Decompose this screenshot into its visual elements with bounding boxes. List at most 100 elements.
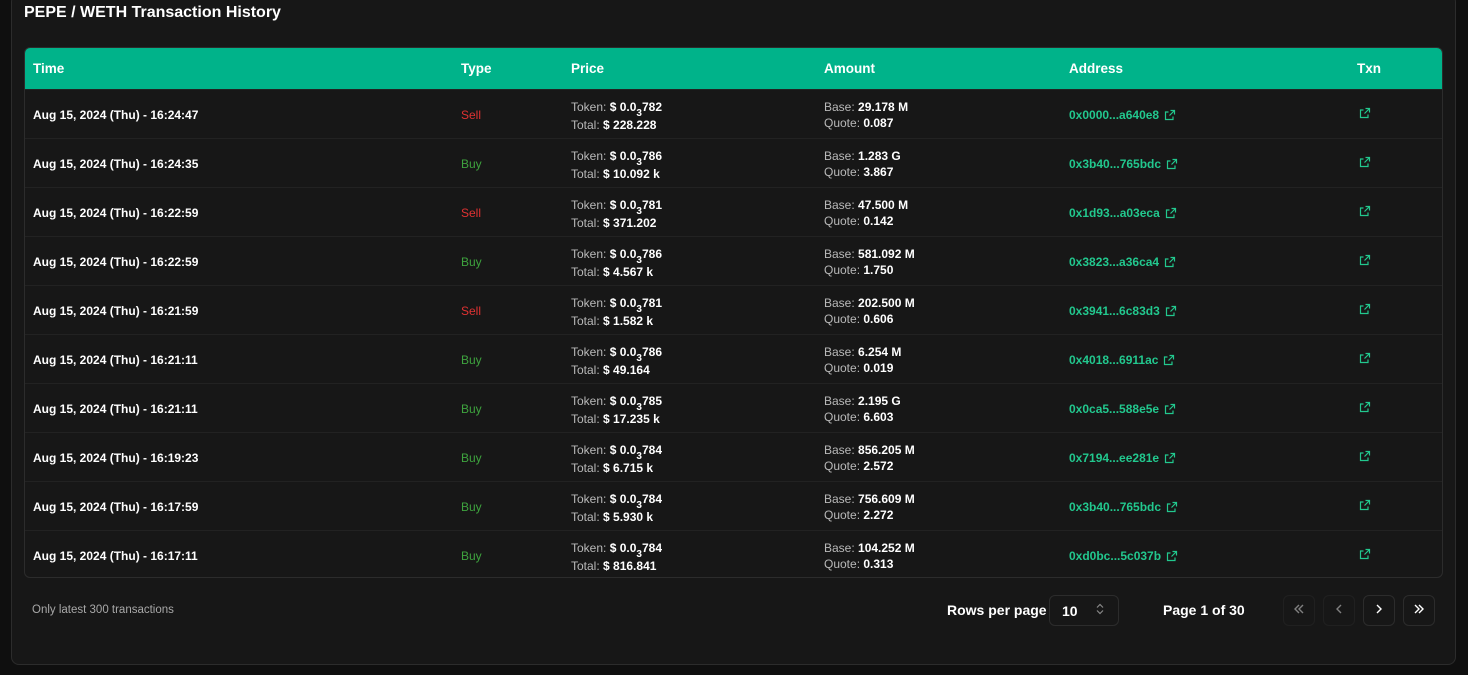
txn-link-icon[interactable] <box>1359 303 1371 315</box>
txn-link-icon[interactable] <box>1359 254 1371 266</box>
address-text: 0x0ca5...588e5e <box>1069 402 1160 416</box>
address-link[interactable]: 0x3823...a36ca4 <box>1069 255 1176 269</box>
quote-amount-line: Quote: 0.142 <box>824 213 908 229</box>
token-price-line: Token: $ 0.03784 <box>571 491 662 511</box>
total-label: Total: <box>571 216 600 230</box>
total-price: $ 10.092 k <box>603 167 660 181</box>
table-row: Aug 15, 2024 (Thu) - 16:17:59 Buy Token: $… <box>25 481 1442 530</box>
address-link[interactable]: 0x0ca5...588e5e <box>1069 402 1176 416</box>
table-row: Aug 15, 2024 (Thu) - 16:21:59 Sell Token: … <box>25 285 1442 334</box>
first-page-button[interactable] <box>1283 595 1315 626</box>
rows-per-page-select[interactable]: 10 <box>1049 595 1119 626</box>
amount-cell: Base: 202.500 M Quote: 0.606 <box>824 295 915 327</box>
total-price-line: Total: $ 6.715 k <box>571 460 662 476</box>
total-price-line: Total: $ 816.841 <box>571 558 662 574</box>
column-header-time: Time <box>33 61 65 76</box>
quote-label: Quote: <box>824 508 861 522</box>
column-header-price: Price <box>571 61 605 76</box>
chevron-right-icon <box>1374 602 1384 620</box>
address-link[interactable]: 0x7194...ee281e <box>1069 451 1176 465</box>
last-page-button[interactable] <box>1403 595 1435 626</box>
token-price-prefix: $ 0.0 <box>609 345 637 359</box>
txn-link-icon[interactable] <box>1359 450 1371 462</box>
quote-amount: 2.572 <box>863 459 894 473</box>
quote-label: Quote: <box>824 116 861 130</box>
token-price-zero-count: 3 <box>636 304 642 315</box>
amount-cell: Base: 6.254 M Quote: 0.019 <box>824 344 901 376</box>
address-link[interactable]: 0x1d93...a03eca <box>1069 206 1177 220</box>
token-price-digits: 786 <box>641 247 662 261</box>
chevron-left-icon <box>1334 602 1344 620</box>
quote-amount-line: Quote: 3.867 <box>824 164 901 180</box>
quote-label: Quote: <box>824 557 861 571</box>
quote-amount: 1.750 <box>863 263 894 277</box>
table-row: Aug 15, 2024 (Thu) - 16:22:59 Sell Token: … <box>25 187 1442 236</box>
address-link[interactable]: 0x3b40...765bdc <box>1069 157 1178 171</box>
token-price-zero-count: 3 <box>636 255 642 266</box>
token-label: Token: <box>571 149 607 163</box>
price-cell: Token: $ 0.03786 Total: $ 4.567 k <box>571 246 662 280</box>
token-label: Token: <box>571 100 607 114</box>
address-link[interactable]: 0x0000...a640e8 <box>1069 108 1176 122</box>
quote-amount-line: Quote: 2.272 <box>824 507 915 523</box>
address-text: 0x1d93...a03eca <box>1069 206 1160 220</box>
next-page-button[interactable] <box>1363 595 1395 626</box>
token-price: $ 0.03785 <box>609 394 662 413</box>
token-label: Token: <box>571 443 607 457</box>
address-link[interactable]: 0x4018...6911ac <box>1069 353 1175 367</box>
base-label: Base: <box>824 443 855 457</box>
total-price: $ 4.567 k <box>603 265 654 279</box>
token-label: Token: <box>571 394 607 408</box>
token-price-prefix: $ 0.0 <box>609 492 637 506</box>
address-link[interactable]: 0x3941...6c83d3 <box>1069 304 1177 318</box>
address-link[interactable]: 0xd0bc...5c037b <box>1069 549 1178 563</box>
total-label: Total: <box>571 510 600 524</box>
total-price-line: Total: $ 49.164 <box>571 362 662 378</box>
token-price-prefix: $ 0.0 <box>609 394 637 408</box>
chevron-up-down-icon <box>1096 603 1104 616</box>
total-price-line: Total: $ 10.092 k <box>571 166 662 182</box>
column-header-amount: Amount <box>824 61 875 76</box>
transaction-time: Aug 15, 2024 (Thu) - 16:24:47 <box>33 108 199 122</box>
token-price-line: Token: $ 0.03786 <box>571 344 662 364</box>
txn-link-icon[interactable] <box>1359 401 1371 413</box>
token-price-digits: 782 <box>641 100 662 114</box>
base-amount-line: Base: 581.092 M <box>824 246 915 262</box>
base-amount: 47.500 M <box>858 198 909 212</box>
txn-link-icon[interactable] <box>1359 107 1371 119</box>
external-link-icon <box>1163 354 1175 366</box>
txn-link-icon[interactable] <box>1359 156 1371 168</box>
token-price-digits: 784 <box>641 541 662 555</box>
previous-page-button[interactable] <box>1323 595 1355 626</box>
transaction-time: Aug 15, 2024 (Thu) - 16:21:11 <box>33 402 198 416</box>
total-price: $ 371.202 <box>603 216 657 230</box>
price-cell: Token: $ 0.03782 Total: $ 228.228 <box>571 99 662 133</box>
total-price: $ 6.715 k <box>603 461 654 475</box>
address-link[interactable]: 0x3b40...765bdc <box>1069 500 1178 514</box>
transaction-time: Aug 15, 2024 (Thu) - 16:22:59 <box>33 255 199 269</box>
transaction-time: Aug 15, 2024 (Thu) - 16:17:11 <box>33 549 198 563</box>
token-price: $ 0.03786 <box>610 247 662 266</box>
total-price-line: Total: $ 371.202 <box>571 215 662 231</box>
amount-cell: Base: 47.500 M Quote: 0.142 <box>824 197 908 229</box>
rows-per-page-value: 10 <box>1062 602 1078 619</box>
token-price: $ 0.03784 <box>610 541 662 560</box>
transaction-type: Buy <box>461 451 482 465</box>
amount-cell: Base: 1.283 G Quote: 3.867 <box>824 148 901 180</box>
quote-label: Quote: <box>824 410 861 424</box>
quote-amount: 0.087 <box>863 116 894 130</box>
quote-amount-line: Quote: 0.606 <box>824 311 915 327</box>
txn-link-icon[interactable] <box>1359 205 1371 217</box>
transaction-type: Sell <box>461 108 482 122</box>
external-link-icon <box>1166 501 1178 513</box>
transaction-time: Aug 15, 2024 (Thu) - 16:17:59 <box>33 500 199 514</box>
txn-link-icon[interactable] <box>1359 499 1371 511</box>
rows-per-page-label: Rows per page <box>947 602 1047 618</box>
txn-link-icon[interactable] <box>1359 548 1371 560</box>
total-price-line: Total: $ 17.235 k <box>571 411 662 427</box>
address-text: 0x3b40...765bdc <box>1069 500 1162 514</box>
table-row: Aug 15, 2024 (Thu) - 16:24:35 Buy Token: $… <box>25 138 1442 187</box>
token-price-line: Token: $ 0.03782 <box>571 99 662 119</box>
txn-link-icon[interactable] <box>1359 352 1371 364</box>
page-title: PEPE / WETH Transaction History <box>24 4 281 21</box>
